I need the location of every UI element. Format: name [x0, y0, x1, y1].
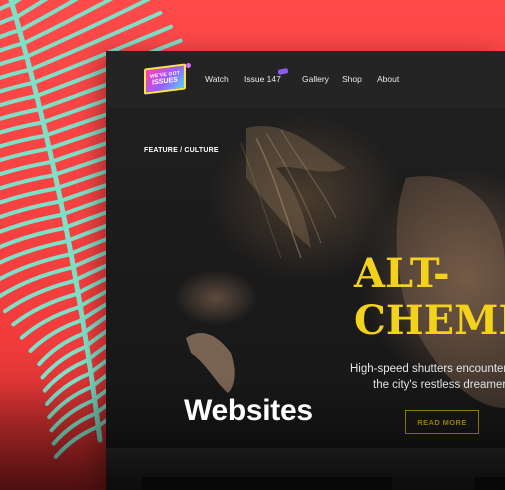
- new-badge: [277, 68, 289, 75]
- content-placeholder-2: [474, 477, 505, 490]
- logo-dot-decoration: [186, 63, 191, 68]
- article-subtitle: High-speed shutters encounter the city's…: [350, 361, 505, 393]
- site-logo[interactable]: WE'VE GOT ISSUES: [144, 63, 186, 95]
- nav-issue[interactable]: Issue 147: [244, 74, 281, 84]
- showcase-caption: Websites: [184, 394, 313, 427]
- nav-about[interactable]: About: [377, 74, 399, 84]
- content-placeholder: [142, 477, 392, 490]
- subtitle-line-1: High-speed shutters encounter: [350, 363, 505, 375]
- headline-line-1: ALT-: [354, 250, 450, 297]
- nav-shop[interactable]: Shop: [342, 74, 362, 84]
- nav-watch[interactable]: Watch: [205, 74, 229, 84]
- subtitle-line-2: the city's restless dreamer: [373, 379, 505, 391]
- content-strip: [106, 448, 505, 490]
- read-more-button[interactable]: READ MORE: [405, 410, 479, 434]
- article-category: FEATURE / CULTURE: [144, 147, 219, 154]
- article-headline: ALT- CHEMI: [354, 250, 505, 344]
- nav-gallery[interactable]: Gallery: [302, 74, 329, 84]
- site-header: WE'VE GOT ISSUES Watch Issue 147 Gallery…: [106, 51, 505, 108]
- headline-line-2: CHEMI: [354, 297, 505, 344]
